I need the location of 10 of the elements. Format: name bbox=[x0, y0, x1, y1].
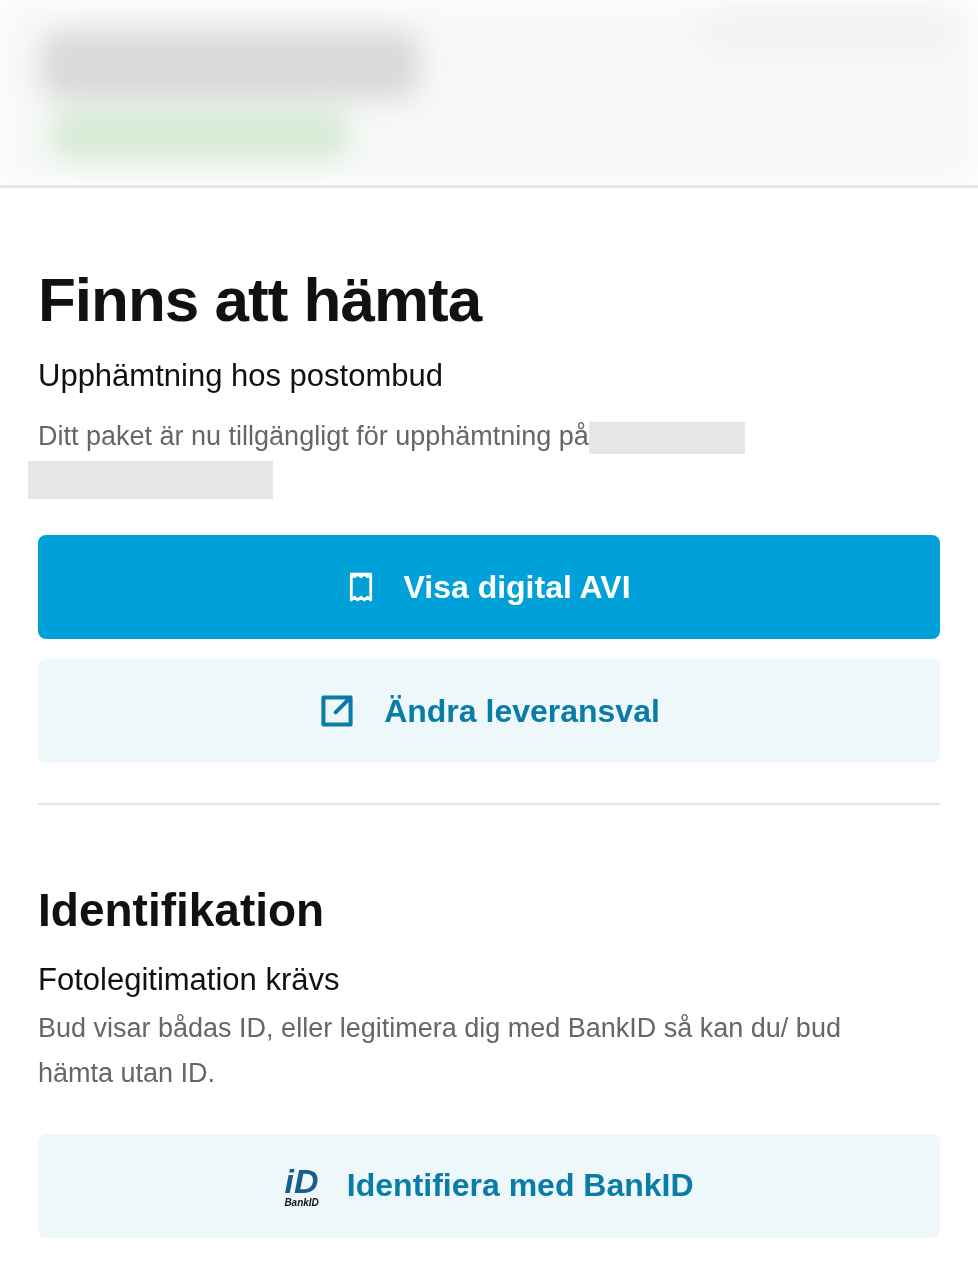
section-heading: Identifikation bbox=[38, 885, 326, 936]
subheading: Fotolegitimation krävs bbox=[38, 961, 341, 998]
description-text: Ditt paket är nu tillgängligt för upphämtning på bbox=[38, 421, 589, 452]
page-heading: Finns att hämta bbox=[38, 266, 484, 335]
subheading: Upphämtning hos postombud bbox=[38, 358, 444, 395]
description-text: Bud visar bådas ID, eller legitimera dig med BankID så kan du/ bud hämta utan ID. bbox=[38, 1011, 842, 1090]
change-delivery-button[interactable]: Ändra leveransval bbox=[38, 659, 940, 764]
bankid-button[interactable]: iD BankID Identifiera med BankID bbox=[38, 1133, 940, 1238]
show-receipt-button[interactable]: Visa digital AVI bbox=[38, 535, 940, 640]
bankid-logo: iD BankID bbox=[284, 1163, 319, 1208]
